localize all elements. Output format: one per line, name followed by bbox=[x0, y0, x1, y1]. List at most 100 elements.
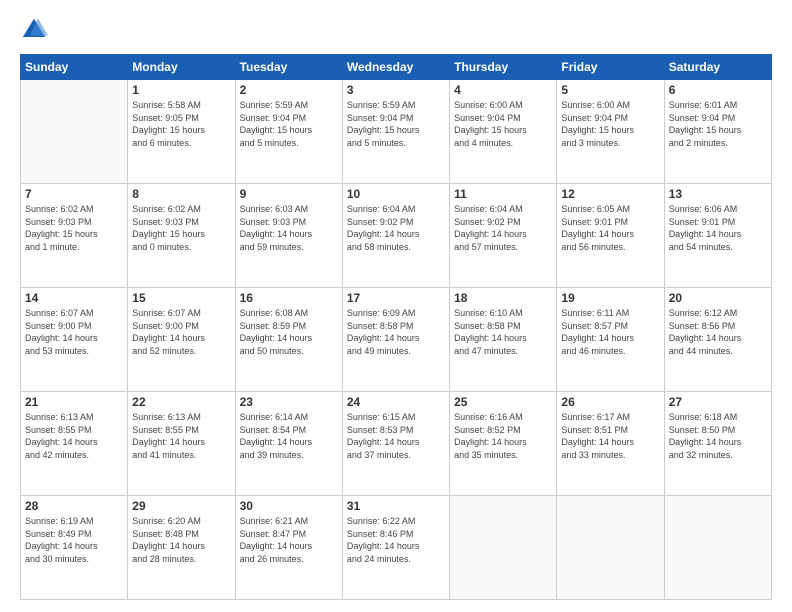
cell-info: Sunrise: 6:22 AM Sunset: 8:46 PM Dayligh… bbox=[347, 515, 445, 565]
cell-info: Sunrise: 6:05 AM Sunset: 9:01 PM Dayligh… bbox=[561, 203, 659, 253]
calendar-cell: 31Sunrise: 6:22 AM Sunset: 8:46 PM Dayli… bbox=[342, 496, 449, 600]
day-number: 17 bbox=[347, 291, 445, 305]
weekday-header-friday: Friday bbox=[557, 55, 664, 80]
day-number: 19 bbox=[561, 291, 659, 305]
calendar-week-5: 28Sunrise: 6:19 AM Sunset: 8:49 PM Dayli… bbox=[21, 496, 772, 600]
weekday-header-tuesday: Tuesday bbox=[235, 55, 342, 80]
calendar-cell: 16 Sunrise: 6:08 AM Sunset: 8:59 PM Dayli… bbox=[235, 288, 342, 392]
cell-info: Sunrise: 6:03 AM Sunset: 9:03 PM Dayligh… bbox=[240, 203, 338, 253]
weekday-header-monday: Monday bbox=[128, 55, 235, 80]
calendar-cell: 13Sunrise: 6:06 AM Sunset: 9:01 PM Dayli… bbox=[664, 184, 771, 288]
calendar-cell: 11 Sunrise: 6:04 AM Sunset: 9:02 PM Dayli… bbox=[450, 184, 557, 288]
day-number: 8 bbox=[132, 187, 230, 201]
calendar-week-4: 21 Sunrise: 6:13 AM Sunset: 8:55 PM Dayli… bbox=[21, 392, 772, 496]
calendar-cell: 10 Sunrise: 6:04 AM Sunset: 9:02 PM Dayli… bbox=[342, 184, 449, 288]
logo-icon bbox=[20, 16, 48, 44]
calendar-cell bbox=[664, 496, 771, 600]
day-number: 12 bbox=[561, 187, 659, 201]
day-number: 20 bbox=[669, 291, 767, 305]
calendar-cell bbox=[557, 496, 664, 600]
day-number: 3 bbox=[347, 83, 445, 97]
cell-info: Sunrise: 6:07 AM Sunset: 9:00 PM Dayligh… bbox=[25, 307, 123, 357]
calendar-week-2: 7 Sunrise: 6:02 AM Sunset: 9:03 PM Daylig… bbox=[21, 184, 772, 288]
calendar-cell: 9 Sunrise: 6:03 AM Sunset: 9:03 PM Daylig… bbox=[235, 184, 342, 288]
calendar-cell: 28Sunrise: 6:19 AM Sunset: 8:49 PM Dayli… bbox=[21, 496, 128, 600]
calendar-cell: 20 Sunrise: 6:12 AM Sunset: 8:56 PM Dayli… bbox=[664, 288, 771, 392]
calendar-cell bbox=[21, 80, 128, 184]
calendar-cell: 27 Sunrise: 6:18 AM Sunset: 8:50 PM Dayli… bbox=[664, 392, 771, 496]
cell-info: Sunrise: 6:11 AM Sunset: 8:57 PM Dayligh… bbox=[561, 307, 659, 357]
cell-info: Sunrise: 6:00 AM Sunset: 9:04 PM Dayligh… bbox=[454, 99, 552, 149]
weekday-header-row: SundayMondayTuesdayWednesdayThursdayFrid… bbox=[21, 55, 772, 80]
day-number: 6 bbox=[669, 83, 767, 97]
calendar-cell: 8 Sunrise: 6:02 AM Sunset: 9:03 PM Daylig… bbox=[128, 184, 235, 288]
cell-info: Sunrise: 6:16 AM Sunset: 8:52 PM Dayligh… bbox=[454, 411, 552, 461]
cell-info: Sunrise: 6:21 AM Sunset: 8:47 PM Dayligh… bbox=[240, 515, 338, 565]
calendar-table: SundayMondayTuesdayWednesdayThursdayFrid… bbox=[20, 54, 772, 600]
calendar-cell: 17 Sunrise: 6:09 AM Sunset: 8:58 PM Dayli… bbox=[342, 288, 449, 392]
cell-info: Sunrise: 5:59 AM Sunset: 9:04 PM Dayligh… bbox=[240, 99, 338, 149]
calendar-cell: 12 Sunrise: 6:05 AM Sunset: 9:01 PM Dayli… bbox=[557, 184, 664, 288]
day-number: 10 bbox=[347, 187, 445, 201]
day-number: 16 bbox=[240, 291, 338, 305]
weekday-header-wednesday: Wednesday bbox=[342, 55, 449, 80]
day-number: 18 bbox=[454, 291, 552, 305]
day-number: 25 bbox=[454, 395, 552, 409]
weekday-header-sunday: Sunday bbox=[21, 55, 128, 80]
cell-info: Sunrise: 6:14 AM Sunset: 8:54 PM Dayligh… bbox=[240, 411, 338, 461]
cell-info: Sunrise: 6:10 AM Sunset: 8:58 PM Dayligh… bbox=[454, 307, 552, 357]
logo bbox=[20, 16, 52, 44]
calendar-cell: 25 Sunrise: 6:16 AM Sunset: 8:52 PM Dayli… bbox=[450, 392, 557, 496]
calendar-cell: 22 Sunrise: 6:13 AM Sunset: 8:55 PM Dayli… bbox=[128, 392, 235, 496]
day-number: 11 bbox=[454, 187, 552, 201]
calendar-cell: 14 Sunrise: 6:07 AM Sunset: 9:00 PM Dayli… bbox=[21, 288, 128, 392]
calendar-cell: 26 Sunrise: 6:17 AM Sunset: 8:51 PM Dayli… bbox=[557, 392, 664, 496]
header bbox=[20, 16, 772, 44]
cell-info: Sunrise: 6:15 AM Sunset: 8:53 PM Dayligh… bbox=[347, 411, 445, 461]
cell-info: Sunrise: 6:07 AM Sunset: 9:00 PM Dayligh… bbox=[132, 307, 230, 357]
cell-info: Sunrise: 6:00 AM Sunset: 9:04 PM Dayligh… bbox=[561, 99, 659, 149]
cell-info: Sunrise: 5:59 AM Sunset: 9:04 PM Dayligh… bbox=[347, 99, 445, 149]
calendar-cell: 21 Sunrise: 6:13 AM Sunset: 8:55 PM Dayli… bbox=[21, 392, 128, 496]
weekday-header-thursday: Thursday bbox=[450, 55, 557, 80]
day-number: 15 bbox=[132, 291, 230, 305]
day-number: 13 bbox=[669, 187, 767, 201]
day-number: 27 bbox=[669, 395, 767, 409]
day-number: 23 bbox=[240, 395, 338, 409]
day-number: 24 bbox=[347, 395, 445, 409]
cell-info: Sunrise: 6:02 AM Sunset: 9:03 PM Dayligh… bbox=[25, 203, 123, 253]
cell-info: Sunrise: 6:01 AM Sunset: 9:04 PM Dayligh… bbox=[669, 99, 767, 149]
cell-info: Sunrise: 6:08 AM Sunset: 8:59 PM Dayligh… bbox=[240, 307, 338, 357]
cell-info: Sunrise: 6:13 AM Sunset: 8:55 PM Dayligh… bbox=[25, 411, 123, 461]
cell-info: Sunrise: 6:04 AM Sunset: 9:02 PM Dayligh… bbox=[454, 203, 552, 253]
weekday-header-saturday: Saturday bbox=[664, 55, 771, 80]
cell-info: Sunrise: 6:13 AM Sunset: 8:55 PM Dayligh… bbox=[132, 411, 230, 461]
calendar-cell: 24 Sunrise: 6:15 AM Sunset: 8:53 PM Dayli… bbox=[342, 392, 449, 496]
calendar-cell: 5 Sunrise: 6:00 AM Sunset: 9:04 PM Daylig… bbox=[557, 80, 664, 184]
day-number: 30 bbox=[240, 499, 338, 513]
calendar-cell: 30 Sunrise: 6:21 AM Sunset: 8:47 PM Dayli… bbox=[235, 496, 342, 600]
cell-info: Sunrise: 6:02 AM Sunset: 9:03 PM Dayligh… bbox=[132, 203, 230, 253]
day-number: 9 bbox=[240, 187, 338, 201]
calendar-cell: 6 Sunrise: 6:01 AM Sunset: 9:04 PM Daylig… bbox=[664, 80, 771, 184]
cell-info: Sunrise: 6:04 AM Sunset: 9:02 PM Dayligh… bbox=[347, 203, 445, 253]
calendar-cell: 18 Sunrise: 6:10 AM Sunset: 8:58 PM Dayli… bbox=[450, 288, 557, 392]
calendar-cell: 23 Sunrise: 6:14 AM Sunset: 8:54 PM Dayli… bbox=[235, 392, 342, 496]
cell-info: Sunrise: 6:18 AM Sunset: 8:50 PM Dayligh… bbox=[669, 411, 767, 461]
calendar-cell bbox=[450, 496, 557, 600]
day-number: 7 bbox=[25, 187, 123, 201]
day-number: 14 bbox=[25, 291, 123, 305]
day-number: 21 bbox=[25, 395, 123, 409]
calendar-cell: 1Sunrise: 5:58 AM Sunset: 9:05 PM Daylig… bbox=[128, 80, 235, 184]
calendar-cell: 19 Sunrise: 6:11 AM Sunset: 8:57 PM Dayli… bbox=[557, 288, 664, 392]
cell-info: Sunrise: 6:09 AM Sunset: 8:58 PM Dayligh… bbox=[347, 307, 445, 357]
calendar-week-1: 1Sunrise: 5:58 AM Sunset: 9:05 PM Daylig… bbox=[21, 80, 772, 184]
calendar-week-3: 14 Sunrise: 6:07 AM Sunset: 9:00 PM Dayli… bbox=[21, 288, 772, 392]
day-number: 5 bbox=[561, 83, 659, 97]
cell-info: Sunrise: 6:17 AM Sunset: 8:51 PM Dayligh… bbox=[561, 411, 659, 461]
day-number: 26 bbox=[561, 395, 659, 409]
calendar-cell: 29Sunrise: 6:20 AM Sunset: 8:48 PM Dayli… bbox=[128, 496, 235, 600]
day-number: 29 bbox=[132, 499, 230, 513]
cell-info: Sunrise: 6:12 AM Sunset: 8:56 PM Dayligh… bbox=[669, 307, 767, 357]
day-number: 22 bbox=[132, 395, 230, 409]
